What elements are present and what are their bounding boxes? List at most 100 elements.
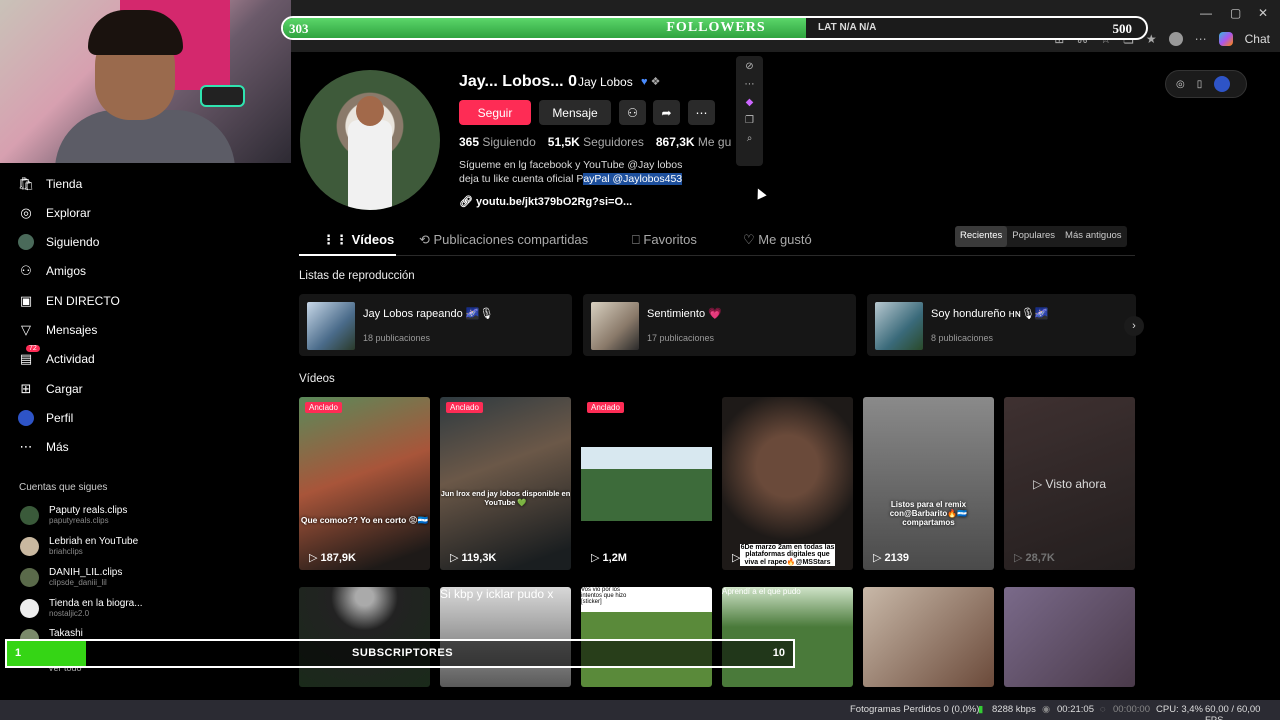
sort-oldest[interactable]: Más antiguos	[1060, 226, 1127, 247]
followers-current: 303	[289, 21, 309, 36]
search-icon[interactable]: ⌕	[747, 133, 753, 144]
sidebar-item-profile[interactable]: Perfil	[18, 410, 73, 426]
hide-icon[interactable]: ⊘	[745, 61, 753, 72]
followers-last: LAT N/A N/A	[818, 22, 877, 33]
video-card[interactable]: Anclado Jun lrox end jay lobos disponibl…	[440, 397, 571, 570]
following-account[interactable]: Paputy reals.clips paputyreals.clips	[20, 505, 127, 525]
playlist-thumb	[591, 302, 639, 350]
following-accounts-title: Cuentas que sigues	[19, 482, 108, 493]
followers-goal-bar: FOLLOWERS 303 LAT N/A N/A 500	[281, 16, 1148, 40]
liked-icon: ♡	[743, 232, 759, 247]
sidebar-item-following[interactable]: Siguiendo	[18, 234, 99, 250]
profile-link[interactable]: 🔗︎ youtu.be/jkt379bO2Rg?si=O...	[459, 195, 632, 208]
more-options-icon[interactable]: ⋯	[688, 100, 715, 125]
profile-bio: Sígueme en lg facebook y YouTube @Jay lo…	[459, 158, 729, 186]
follow-button[interactable]: Seguir	[459, 100, 531, 125]
maximize-icon[interactable]: ▢	[1230, 6, 1241, 20]
tab-liked[interactable]: ♡ Me gustó	[743, 232, 812, 248]
bookmark-small-icon: ⎕	[632, 232, 644, 247]
bio-line-1: Sígueme en lg facebook y YouTube @Jay lo…	[459, 159, 683, 171]
device-icon[interactable]: ▯	[1197, 79, 1203, 90]
video-card[interactable]	[863, 587, 994, 687]
video-card[interactable]: Anclado Que comoo?? Yo en corto 😡🇭🇳 ▷ 18…	[299, 397, 430, 570]
video-card[interactable]: 6De marzo 2am en todas las plataformas d…	[722, 397, 853, 570]
obs-status-bar: Fotogramas Perdidos 0 (0,0%) ▮ 8288 kbps…	[0, 700, 1280, 720]
copilot-icon[interactable]	[1218, 32, 1233, 46]
video-card[interactable]: Aprendí a el que pudo	[722, 587, 853, 687]
tab-reposts[interactable]: ⟲ Publicaciones compartidas	[419, 232, 588, 248]
activity-badge: 72	[26, 345, 40, 352]
stat-following[interactable]: 365 Siguiendo	[459, 135, 536, 149]
video-card[interactable]: Listos para el remix con@Barbarito🔥🇭🇳 co…	[863, 397, 994, 570]
stat-followers[interactable]: 51,5K Seguidores	[548, 135, 644, 149]
sidebar-item-explore[interactable]: ◎ Explorar	[18, 205, 90, 221]
avatar	[20, 598, 39, 618]
video-card[interactable]: Vos vio por los intentos que hizo [stick…	[581, 587, 712, 687]
selection-context-menu: ⊘ ⋯ ◆ ❐ ⌕	[736, 56, 763, 166]
browser-profile-icon[interactable]	[1168, 32, 1183, 46]
tab-videos[interactable]: ⋮⋮ Vídeos	[322, 232, 394, 248]
sidebar-item-live[interactable]: ▣ EN DIRECTO	[18, 293, 120, 309]
compass-icon: ◎	[20, 205, 32, 220]
sort-recent[interactable]: Recientes	[955, 226, 1008, 247]
sort-popular[interactable]: Populares	[1007, 226, 1060, 247]
video-frame	[581, 447, 712, 521]
followers-label: FOLLOWERS	[666, 20, 766, 35]
video-card[interactable]: Si kbp y icklar pudo x	[440, 587, 571, 687]
signal-icon: ▮	[978, 704, 984, 715]
play-icon: ▷	[873, 552, 885, 564]
video-card[interactable]: ▷ Visto ahora ▷ 28,7K	[1004, 397, 1135, 570]
profile-main: Jay... Lobos... 0 Jay Lobos ♥ ❖ Seguir M…	[291, 52, 1280, 700]
following-avatar-icon	[18, 234, 34, 250]
play-icon: ▷	[591, 552, 603, 564]
minimize-icon[interactable]: —	[1200, 6, 1212, 20]
browser-menu-icon[interactable]: ⋯	[1195, 32, 1207, 46]
user-avatar[interactable]	[1214, 76, 1231, 92]
message-button[interactable]: Mensaje	[539, 100, 611, 125]
watched-now-label: ▷ Visto ahora	[1032, 477, 1107, 491]
close-icon[interactable]: ✕	[1258, 6, 1268, 20]
copy-icon[interactable]: ❐	[745, 115, 754, 126]
wolf-icon: ❖	[650, 76, 661, 88]
copilot-small-icon[interactable]: ◆	[746, 97, 754, 108]
chevron-right-icon[interactable]: ›	[1124, 316, 1144, 336]
video-card[interactable]: Anclado ▷ 1,2M	[581, 397, 712, 570]
favorites-icon[interactable]: ★	[1146, 32, 1157, 46]
video-card[interactable]	[299, 587, 430, 687]
following-account[interactable]: Lebriah en YouTube briahclips	[20, 536, 138, 556]
sidebar: 🛍︎ Tienda ◎ Explorar Siguiendo ⚇ Amigos ▣ EN…	[0, 163, 291, 720]
profile-avatar	[300, 70, 440, 210]
playlist-card[interactable]: Soy hondureño ʜɴ🎙🌌 8 publicaciones	[867, 294, 1136, 356]
share-icon[interactable]: ➦	[653, 100, 680, 125]
shop-icon: 🛍︎	[17, 176, 35, 191]
copilot-chat-label[interactable]: Chat	[1245, 32, 1270, 46]
bio-line-2: deja tu like cuenta oficial PayPal @Jayl…	[459, 173, 683, 185]
following-account[interactable]: DANIH_LIL.clips clipsde_daniii_lil	[20, 567, 122, 587]
grid-icon: ⋮⋮	[322, 232, 352, 247]
live-icon: ▣	[19, 293, 33, 308]
sort-toggle: Recientes Populares Más antiguos	[955, 226, 1127, 247]
tab-favorites[interactable]: ⎕ Favoritos	[632, 232, 697, 248]
activity-icon: ▤ 72	[18, 345, 40, 367]
pinned-badge: Anclado	[305, 402, 342, 413]
add-friend-icon[interactable]: ⚇	[619, 100, 646, 125]
video-card[interactable]	[1004, 587, 1135, 687]
avatar	[20, 505, 39, 525]
sidebar-item-more[interactable]: ⋯ Más	[18, 439, 69, 455]
following-account[interactable]: Tienda en la biogra... nostaljic2.0	[20, 598, 143, 618]
subscribers-label: SUBSCRIPTORES	[352, 647, 454, 659]
playlist-card[interactable]: Sentimiento 💗 17 publicaciones	[583, 294, 856, 356]
sidebar-item-shop[interactable]: 🛍︎ Tienda	[17, 176, 83, 192]
mouse-cursor	[753, 186, 767, 200]
playlist-card[interactable]: Jay Lobos rapeando 🌌🎙 18 publicaciones	[299, 294, 572, 356]
webcam-overlay	[0, 0, 291, 163]
sidebar-item-friends[interactable]: ⚇ Amigos	[18, 263, 86, 279]
record-icon: ◌	[1100, 704, 1106, 715]
sidebar-item-activity[interactable]: ▤ 72 Actividad	[18, 345, 95, 367]
messages-icon: ▽	[21, 322, 31, 337]
coin-icon[interactable]: ◎	[1176, 79, 1185, 90]
dots-icon[interactable]: ⋯	[745, 79, 755, 90]
sidebar-item-upload[interactable]: ⊞ Cargar	[18, 381, 83, 397]
sidebar-item-messages[interactable]: ▽ Mensajes	[18, 322, 97, 338]
pinned-badge: Anclado	[587, 402, 624, 413]
